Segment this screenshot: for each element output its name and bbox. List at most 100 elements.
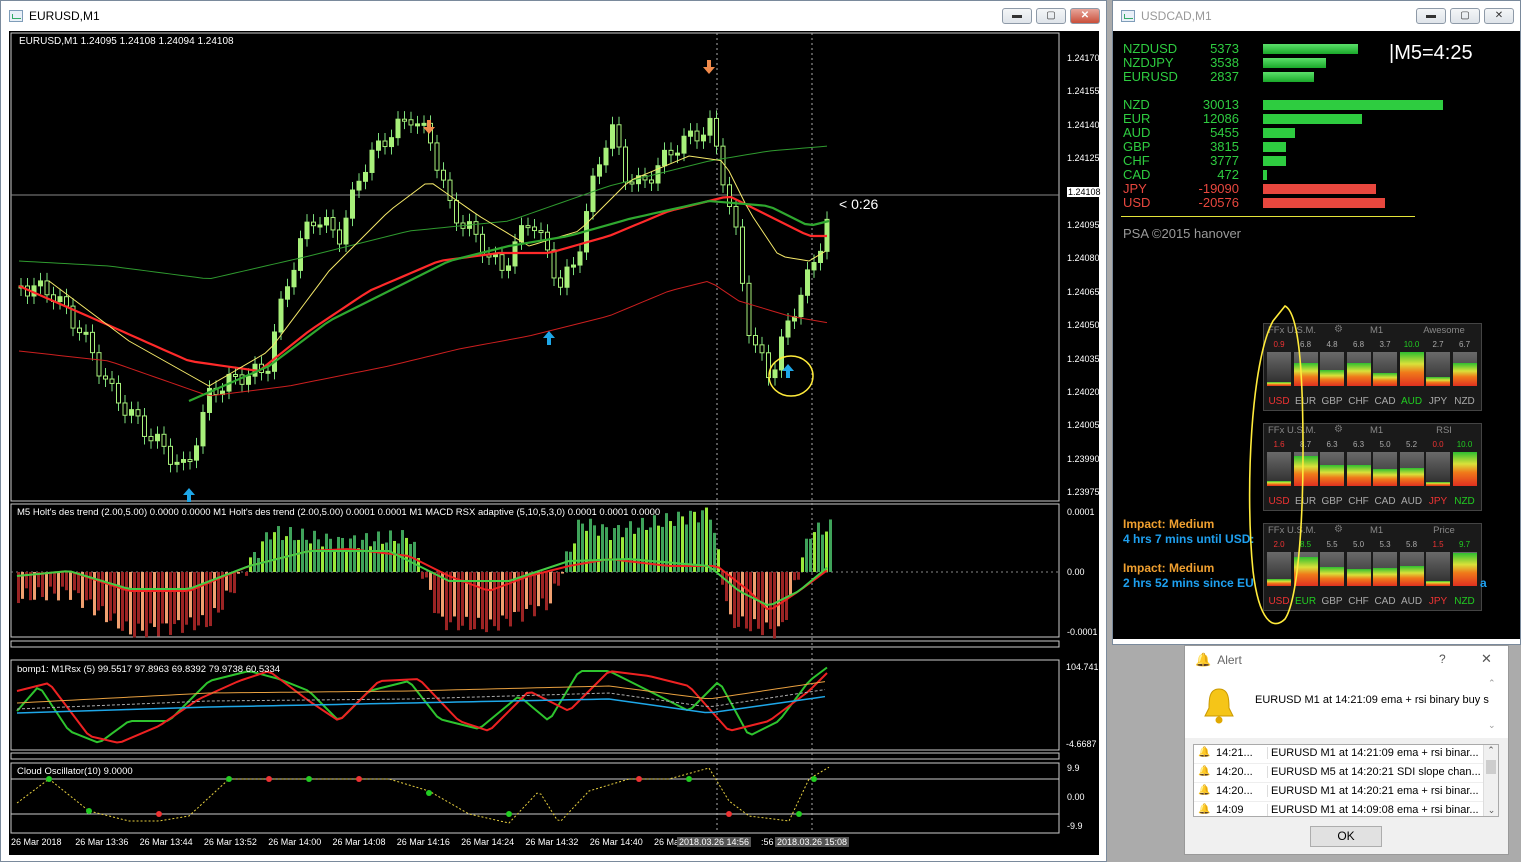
ffx-currency-label: NZD [1454, 596, 1475, 607]
histogram-bar [397, 543, 400, 572]
histogram-bar [137, 572, 140, 624]
ffx-settings-icon[interactable]: ⚙ [1334, 524, 1343, 535]
scroll-up-arrow[interactable]: ⌃ [1484, 745, 1498, 756]
side-chart-window[interactable]: USDCAD,M1 ▬ ▢ ✕ |M5=4:25 NZDUSD 5373 NZDJP… [1112, 0, 1521, 645]
alert-close-button[interactable]: ✕ [1481, 651, 1492, 667]
ffx-level-fill [1267, 579, 1291, 586]
candle-body [441, 169, 446, 181]
candle-body [161, 433, 167, 447]
ffx-currency-label: AUD [1400, 396, 1423, 407]
ffx-level-fill [1267, 480, 1291, 486]
chart-header: EURUSD,M1 1.24095 1.24108 1.24094 1.2410… [19, 36, 234, 47]
main-chart-window[interactable]: EURUSD,M1 ▬ ▢ ✕ EURUSD,M1 1.24095 1.2410… [0, 0, 1107, 862]
ffx-level-fill [1267, 381, 1291, 386]
list-scrollbar[interactable]: ⌃ ⌄ [1483, 745, 1498, 816]
histogram-bar [705, 507, 708, 572]
minimize-button[interactable]: ▬ [1002, 8, 1032, 24]
histogram-bar [825, 531, 828, 572]
ffx-level-fill [1293, 456, 1318, 486]
main-titlebar[interactable]: EURUSD,M1 ▬ ▢ ✕ [1, 1, 1106, 31]
histogram-bar [645, 529, 648, 572]
ffx-value: 6.7 [1458, 340, 1471, 349]
histogram-bar [169, 572, 172, 635]
strength-panel[interactable]: |M5=4:25 NZDUSD 5373 NZDJPY 3538 EURUSD 2837 … [1113, 31, 1520, 639]
histogram-bar [381, 543, 384, 572]
histogram-bar [365, 533, 368, 572]
histogram-bar [413, 541, 416, 572]
side-titlebar[interactable]: USDCAD,M1 ▬ ▢ ✕ [1113, 1, 1520, 31]
ffx-settings-icon[interactable]: ⚙ [1334, 324, 1343, 335]
currency-value: 30013 [1202, 97, 1239, 112]
scroll-down-arrow[interactable]: ⌄ [1484, 805, 1498, 816]
candle-body [675, 152, 680, 156]
buy-arrow-icon [543, 331, 555, 345]
minimize-button[interactable]: ▬ [1416, 8, 1446, 24]
histogram-bar [297, 539, 300, 572]
price-axis-label: 1.24108 [1067, 186, 1102, 197]
close-button[interactable]: ✕ [1484, 8, 1514, 24]
candle-body [408, 119, 414, 126]
candle-body [350, 189, 355, 219]
candle-body [298, 238, 303, 271]
candle-body [363, 171, 368, 182]
histogram-bar [585, 530, 588, 572]
ffx-settings-icon[interactable]: ⚙ [1334, 424, 1343, 435]
alert-row-time: 14:09 [1216, 804, 1244, 816]
message-scroll-down[interactable]: ⌄ [1488, 720, 1496, 731]
alert-list-row[interactable]: 🔔 14:21... EURUSD M1 at 14:21:09 ema + rsi… [1194, 745, 1484, 764]
ind1-label-bottom: -0.0001 [1067, 627, 1098, 637]
time-axis-label: 26 Mar 14:16 [396, 837, 450, 847]
ok-button[interactable]: OK [1310, 826, 1382, 847]
histogram-bar [773, 572, 776, 639]
candle-body [116, 382, 121, 404]
histogram-bar [81, 572, 84, 608]
alert-list-row[interactable]: 🔔 14:09 EURUSD M1 at 14:09:08 ema + rsi bi… [1194, 802, 1484, 816]
pair-strength-bar [1263, 44, 1359, 54]
close-button[interactable]: ✕ [1070, 8, 1100, 24]
help-button[interactable]: ? [1439, 652, 1446, 666]
ffx-level-fill [1346, 464, 1371, 486]
alert-dialog[interactable]: 🔔 Alert ? ✕ EURUSD M1 at 14:21:09 ema + … [1184, 645, 1509, 855]
chart-canvas[interactable]: EURUSD,M1 1.24095 1.24108 1.24094 1.2410… [9, 31, 1104, 855]
histogram-bar [213, 572, 216, 609]
alert-titlebar[interactable]: 🔔 Alert ? ✕ [1185, 646, 1508, 674]
time-axis-label: 26 Mar 14:24 [461, 837, 515, 847]
histogram-bar [477, 572, 480, 618]
histogram-bar [769, 572, 772, 629]
pair-value: 3538 [1210, 55, 1239, 70]
candle-body [746, 282, 752, 337]
ffx-level-fill [1452, 553, 1477, 586]
cloud-signal-dot [426, 790, 432, 796]
alert-history-list[interactable]: 🔔 14:21... EURUSD M1 at 14:21:09 ema + rsi… [1193, 744, 1499, 817]
histogram-bar [709, 519, 712, 572]
histogram-bar [433, 572, 436, 613]
copyright-label: PSA ©2015 hanover [1123, 226, 1241, 241]
candle-body [109, 378, 115, 384]
time-axis-label: 26 Mar 13:52 [203, 837, 257, 847]
scroll-thumb[interactable] [1486, 760, 1496, 774]
ffx-level-fill [1373, 469, 1397, 486]
candle-body [265, 370, 271, 374]
maximize-button[interactable]: ▢ [1036, 8, 1066, 24]
ffx-value: 6.8 [1299, 340, 1312, 349]
histogram-bar [165, 572, 168, 624]
histogram-bar [421, 572, 424, 579]
histogram-bar [157, 572, 160, 637]
histogram-bar [353, 535, 356, 572]
histogram-bar [181, 572, 184, 633]
time-crosshair-box-2: 2018.03.26 15:08 [775, 837, 850, 847]
currency-value: 3815 [1210, 139, 1239, 154]
ffx-strength-column [1426, 452, 1450, 486]
histogram-bar [693, 511, 696, 572]
candle-body [779, 336, 784, 371]
alert-list-row[interactable]: 🔔 14:20... EURUSD M1 at 14:20:21 ema + rsi… [1194, 783, 1484, 802]
alert-row-text: EURUSD M1 at 14:21:09 ema + rsi binar... [1267, 747, 1479, 759]
histogram-bar [817, 522, 820, 572]
alert-list-row[interactable]: 🔔 14:20... EURUSD M5 at 14:20:21 SDI slope… [1194, 764, 1484, 783]
price-chart-svg[interactable] [9, 31, 1099, 855]
time-axis-label: 26 Mar 14:32 [525, 837, 579, 847]
histogram-bar [269, 539, 272, 572]
message-scroll-up[interactable]: ⌃ [1488, 678, 1496, 689]
currency-name: CHF [1123, 153, 1150, 168]
maximize-button[interactable]: ▢ [1450, 8, 1480, 24]
